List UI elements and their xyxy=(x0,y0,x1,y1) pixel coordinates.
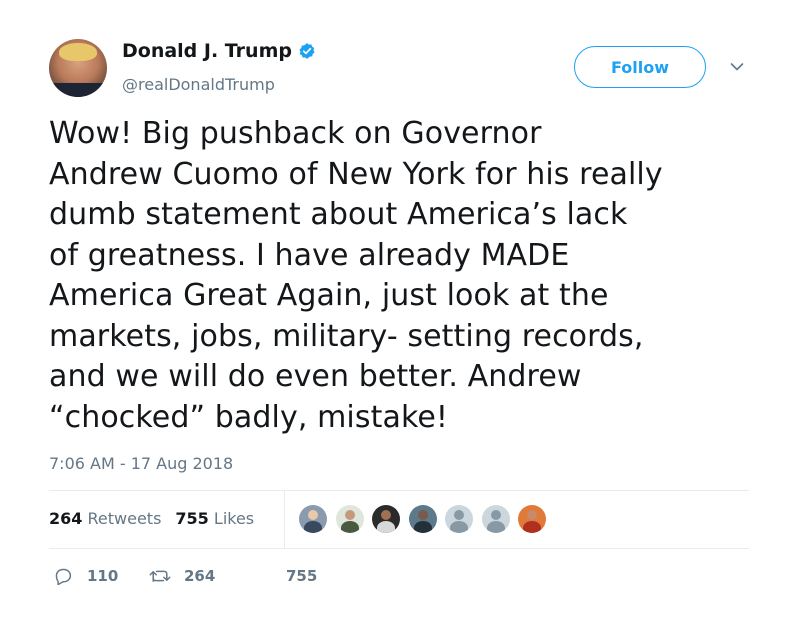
tweet-text-line: markets, jobs, military- setting records… xyxy=(49,318,644,354)
tweet-card: Donald J. Trump @realDonaldTrump Follow … xyxy=(0,0,798,626)
default-user-icon[interactable] xyxy=(445,505,473,533)
follow-button[interactable]: Follow xyxy=(574,46,706,88)
liker-avatar[interactable] xyxy=(372,505,400,533)
profile-avatar[interactable] xyxy=(49,39,107,97)
likes-stat[interactable]: 755 Likes xyxy=(175,509,254,528)
tweet-actions: 110 264 755 xyxy=(52,566,317,586)
reply-icon xyxy=(52,566,74,586)
retweet-count: 264 xyxy=(184,567,216,585)
reply-action[interactable]: 110 xyxy=(52,566,149,586)
retweets-label: Retweets xyxy=(87,509,162,528)
likes-count: 755 xyxy=(175,509,209,528)
avatar-suit xyxy=(49,83,107,97)
liker-avatar[interactable] xyxy=(299,505,327,533)
tweet-text-line: America Great Again, just look at the xyxy=(49,278,609,313)
retweet-icon xyxy=(149,566,171,586)
tweet-text-line: “chocked” badly, mistake! xyxy=(49,399,449,435)
tweet-text-line: dumb statement about America’s lack xyxy=(49,197,628,232)
tweet-text: Wow! Big pushback on Governor Andrew Cuo… xyxy=(49,114,769,438)
liker-avatar[interactable] xyxy=(518,505,546,533)
tweet-text-line: and we will do even better. Andrew xyxy=(49,359,582,394)
default-user-icon[interactable] xyxy=(481,505,510,533)
retweet-action[interactable]: 264 xyxy=(149,566,286,586)
avatar-hair xyxy=(59,43,97,61)
like-action[interactable]: 755 xyxy=(286,566,317,586)
tweet-text-line: of greatness. I have already MADE xyxy=(49,237,570,273)
liker-avatars xyxy=(299,505,555,533)
retweets-count: 264 xyxy=(49,509,83,528)
user-handle[interactable]: @realDonaldTrump xyxy=(122,75,275,94)
verified-badge-icon xyxy=(298,42,316,60)
liker-avatar[interactable] xyxy=(408,505,437,533)
like-count: 755 xyxy=(286,567,318,585)
vertical-divider xyxy=(284,491,285,548)
tweet-text-line: Wow! Big pushback on Governor xyxy=(49,116,542,151)
name-row: Donald J. Trump xyxy=(122,40,316,62)
tweet-text-line: Andrew Cuomo of New York for his really xyxy=(49,156,663,192)
likes-label: Likes xyxy=(213,509,255,528)
divider xyxy=(49,548,749,549)
reply-count: 110 xyxy=(87,567,119,585)
liker-avatar[interactable] xyxy=(335,505,364,533)
chevron-down-icon[interactable] xyxy=(728,58,746,76)
engagement-stats: 264 Retweets 755 Likes xyxy=(49,509,268,528)
tweet-timestamp[interactable]: 7:06 AM - 17 Aug 2018 xyxy=(49,454,233,473)
divider xyxy=(49,490,749,491)
retweets-stat[interactable]: 264 Retweets xyxy=(49,509,161,528)
display-name[interactable]: Donald J. Trump xyxy=(122,40,292,62)
